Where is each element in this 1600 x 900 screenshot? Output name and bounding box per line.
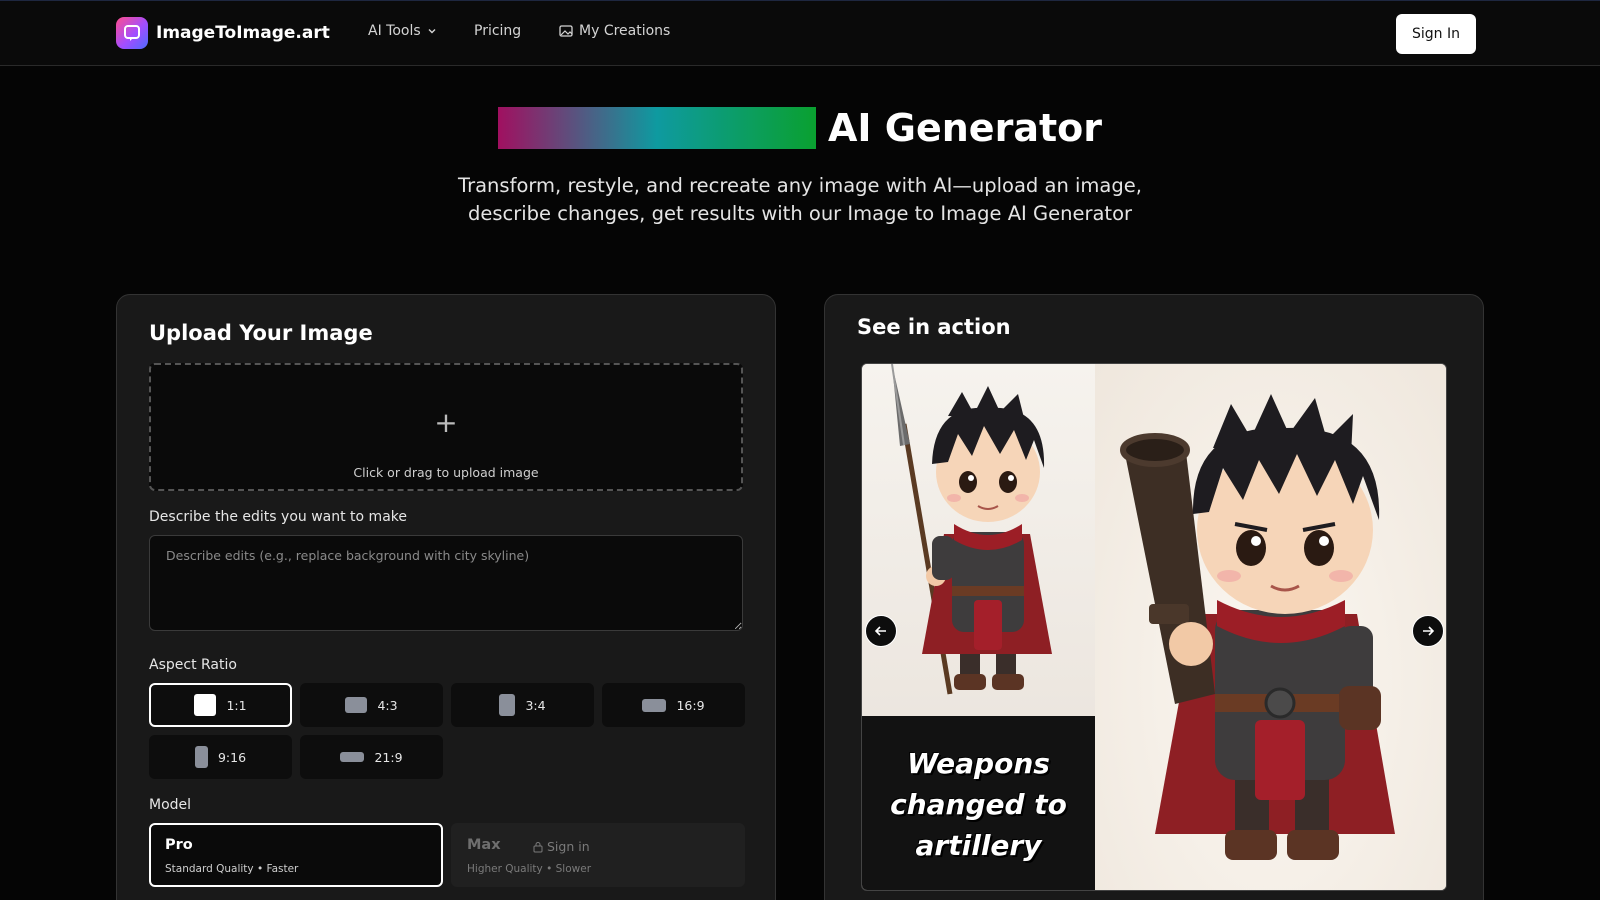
- plus-icon: +: [434, 406, 458, 439]
- before-image: [862, 364, 1095, 716]
- caption-line-1: Weapons: [907, 746, 1050, 780]
- hero-gradient-bar: [498, 107, 817, 149]
- tall-shape-icon: [194, 746, 208, 768]
- showcase-caption: Weapons changed to artillery: [890, 743, 1067, 866]
- aspect-ratio-3-4[interactable]: 3:4: [451, 683, 594, 727]
- wide-shape-icon: [642, 698, 667, 712]
- nav-pricing-label: Pricing: [474, 23, 522, 39]
- aspect-ratio-label-1-1: 1:1: [226, 697, 247, 713]
- nav-my-creations[interactable]: My Creations: [559, 23, 670, 39]
- aspect-ratio-9-16[interactable]: 9:16: [149, 735, 292, 779]
- ultrawide-shape-icon: [340, 752, 365, 762]
- nav-pricing[interactable]: Pricing: [474, 23, 521, 39]
- model-max-lock-text: Sign in: [547, 839, 590, 854]
- hero-title: AI Generator: [828, 106, 1102, 150]
- model-pro-name: Pro: [165, 837, 193, 853]
- caption-line-3: artillery: [915, 828, 1042, 862]
- aspect-ratio-4-3[interactable]: 4:3: [300, 683, 443, 727]
- aspect-ratio-1-1[interactable]: 1:1: [149, 683, 292, 727]
- describe-label: Describe the edits you want to make: [149, 509, 407, 525]
- nav-ai-tools[interactable]: AI Tools: [368, 23, 437, 39]
- aspect-ratio-21-9[interactable]: 21:9: [300, 735, 443, 779]
- landscape-shape-icon: [345, 697, 368, 713]
- model-max-name: Max: [467, 837, 501, 853]
- model-label: Model: [149, 797, 192, 813]
- model-pro-desc: Standard Quality • Faster: [165, 863, 299, 875]
- logo-icon: [116, 17, 148, 49]
- model-pro-option[interactable]: Pro Standard Quality • Faster: [149, 823, 443, 887]
- aspect-ratio-label-3-4: 3:4: [525, 697, 546, 713]
- hero-subtitle-line-1: Transform, restyle, and recreate any ima…: [458, 174, 1142, 197]
- model-max-desc: Higher Quality • Slower: [467, 863, 592, 875]
- brand-name: ImageToImage.art: [156, 23, 330, 43]
- top-navbar: ImageToImage.art AI Tools Pricing My Cre…: [0, 0, 1600, 66]
- showcase-caption-panel: Weapons changed to artillery: [862, 716, 1095, 890]
- dropzone-text: Click or drag to upload image: [353, 465, 539, 480]
- aspect-ratio-16-9[interactable]: 16:9: [602, 683, 745, 727]
- describe-edits-input[interactable]: [149, 535, 743, 631]
- model-max-lock: Sign in: [533, 839, 590, 854]
- showcase-title: See in action: [857, 315, 1011, 339]
- spear-character-illustration: [891, 364, 1052, 695]
- portrait-shape-icon: [499, 694, 516, 716]
- showcase-card: See in action Weapons changed to artille…: [824, 294, 1484, 900]
- brand-link[interactable]: ImageToImage.art: [116, 17, 330, 49]
- nav-my-creations-label: My Creations: [579, 23, 671, 39]
- sign-in-button[interactable]: Sign In: [1396, 14, 1476, 54]
- chevron-down-icon: [428, 29, 436, 34]
- hero-subtitle: Transform, restyle, and recreate any ima…: [400, 172, 1200, 228]
- caption-line-2: changed to: [890, 787, 1067, 821]
- carousel-next-button[interactable]: [1412, 615, 1444, 647]
- arrow-left-icon: [874, 626, 886, 636]
- carousel-prev-button[interactable]: [865, 615, 897, 647]
- after-image: [1095, 364, 1446, 890]
- image-icon: [559, 25, 573, 37]
- upload-card: Upload Your Image + Click or drag to upl…: [116, 294, 776, 900]
- hero-heading: AI Generator: [0, 106, 1600, 150]
- square-shape-icon: [194, 694, 217, 716]
- nav-ai-tools-label: AI Tools: [368, 23, 421, 39]
- upload-card-title: Upload Your Image: [149, 321, 373, 345]
- lock-icon: [533, 841, 543, 852]
- image-dropzone[interactable]: + Click or drag to upload image: [149, 363, 743, 491]
- model-max-option[interactable]: Max Sign in Higher Quality • Slower: [451, 823, 745, 887]
- showcase-image: Weapons changed to artillery: [861, 363, 1447, 891]
- arrow-right-icon: [1423, 626, 1435, 636]
- hero-subtitle-line-2: describe changes, get results with our I…: [467, 202, 1133, 225]
- aspect-ratio-label-21-9: 21:9: [374, 749, 403, 765]
- aspect-ratio-label-9-16: 9:16: [217, 749, 247, 765]
- aspect-ratio-label: Aspect Ratio: [149, 657, 237, 673]
- aspect-ratio-label-16-9: 16:9: [676, 697, 705, 713]
- aspect-ratio-label-4-3: 4:3: [377, 697, 398, 713]
- artillery-character-illustration: [1120, 394, 1395, 860]
